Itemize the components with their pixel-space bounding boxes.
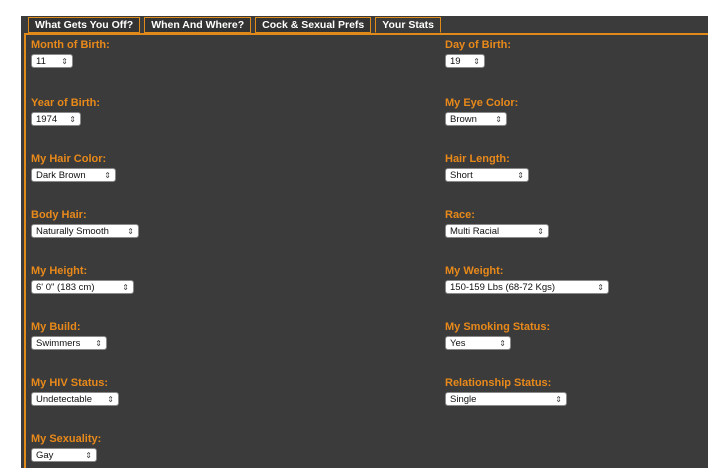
- height-select[interactable]: 6' 0" (183 cm) ⇕: [31, 280, 134, 294]
- sexuality-select[interactable]: Gay ⇕: [31, 448, 97, 462]
- eye-color-label: My Eye Color:: [445, 97, 519, 109]
- body-hair-label: Body Hair:: [31, 209, 87, 221]
- year-of-birth-field: Year of Birth: 1974 ⇕: [31, 97, 100, 126]
- year-of-birth-label: Year of Birth:: [31, 97, 101, 109]
- sexuality-field: My Sexuality: Gay ⇕: [31, 433, 101, 462]
- smoking-status-select[interactable]: Yes ⇕: [445, 336, 511, 350]
- hair-length-label: Hair Length:: [445, 153, 510, 165]
- smoking-status-value: Yes: [450, 338, 466, 349]
- weight-field: My Weight: 150-159 Lbs (68-72 Kgs) ⇕: [445, 265, 609, 294]
- chevron-updown-icon: ⇕: [473, 57, 480, 66]
- chevron-updown-icon: ⇕: [85, 451, 92, 460]
- relationship-status-select[interactable]: Single ⇕: [445, 392, 567, 406]
- hiv-status-value: Undetectable: [36, 394, 92, 405]
- hair-length-field: Hair Length: Short ⇕: [445, 153, 529, 182]
- tab-what-gets-you-off[interactable]: What Gets You Off?: [28, 17, 141, 33]
- day-of-birth-select[interactable]: 19 ⇕: [445, 54, 485, 68]
- month-of-birth-label: Month of Birth:: [31, 39, 110, 51]
- hair-color-select[interactable]: Dark Brown ⇕: [31, 168, 116, 182]
- month-of-birth-value: 11: [36, 56, 46, 67]
- chevron-updown-icon: ⇕: [107, 395, 114, 404]
- year-of-birth-value: 1974: [36, 114, 58, 125]
- month-of-birth-select[interactable]: 11 ⇕: [31, 54, 73, 68]
- eye-color-field: My Eye Color: Brown ⇕: [445, 97, 518, 126]
- hiv-status-field: My HIV Status: Undetectable ⇕: [31, 377, 119, 406]
- tab-your-stats[interactable]: Your Stats: [375, 17, 442, 33]
- day-of-birth-value: 19: [450, 56, 461, 67]
- chevron-updown-icon: ⇕: [597, 283, 604, 292]
- day-of-birth-label: Day of Birth:: [445, 39, 511, 51]
- hair-color-field: My Hair Color: Dark Brown ⇕: [31, 153, 116, 182]
- stats-form: Month of Birth: 11 ⇕ Year of Birth: 1974…: [24, 33, 708, 468]
- weight-label: My Weight:: [445, 265, 504, 277]
- chevron-updown-icon: ⇕: [104, 171, 111, 180]
- weight-value: 150-159 Lbs (68-72 Kgs): [450, 282, 556, 293]
- body-hair-field: Body Hair: Naturally Smooth ⇕: [31, 209, 139, 238]
- race-field: Race: Multi Racial ⇕: [445, 209, 549, 238]
- chevron-updown-icon: ⇕: [537, 227, 544, 236]
- race-value: Multi Racial: [450, 226, 500, 237]
- race-label: Race:: [445, 209, 475, 221]
- day-of-birth-field: Day of Birth: 19 ⇕: [445, 39, 511, 68]
- tab-bar: What Gets You Off? When And Where? Cock …: [28, 17, 442, 33]
- height-value: 6' 0" (183 cm): [36, 282, 95, 293]
- chevron-updown-icon: ⇕: [555, 395, 562, 404]
- body-hair-value: Naturally Smooth: [36, 226, 109, 237]
- build-label: My Build:: [31, 321, 81, 333]
- chevron-updown-icon: ⇕: [95, 339, 102, 348]
- body-hair-select[interactable]: Naturally Smooth ⇕: [31, 224, 139, 238]
- eye-color-select[interactable]: Brown ⇕: [445, 112, 507, 126]
- smoking-status-label: My Smoking Status:: [445, 321, 551, 333]
- chevron-updown-icon: ⇕: [69, 115, 76, 124]
- relationship-status-value: Single: [450, 394, 477, 405]
- height-field: My Height: 6' 0" (183 cm) ⇕: [31, 265, 134, 294]
- relationship-status-field: Relationship Status: Single ⇕: [445, 377, 567, 406]
- relationship-status-label: Relationship Status:: [445, 377, 552, 389]
- chevron-updown-icon: ⇕: [127, 227, 134, 236]
- month-of-birth-field: Month of Birth: 11 ⇕: [31, 39, 110, 68]
- hair-color-label: My Hair Color:: [31, 153, 107, 165]
- hair-length-value: Short: [450, 170, 473, 181]
- build-select[interactable]: Swimmers ⇕: [31, 336, 107, 350]
- build-value: Swimmers: [36, 338, 81, 349]
- chevron-updown-icon: ⇕: [61, 57, 68, 66]
- race-select[interactable]: Multi Racial ⇕: [445, 224, 549, 238]
- hiv-status-select[interactable]: Undetectable ⇕: [31, 392, 119, 406]
- year-of-birth-select[interactable]: 1974 ⇕: [31, 112, 81, 126]
- sexuality-label: My Sexuality:: [31, 433, 102, 445]
- eye-color-value: Brown: [450, 114, 477, 125]
- chevron-updown-icon: ⇕: [495, 115, 502, 124]
- tab-cock-sexual-prefs[interactable]: Cock & Sexual Prefs: [255, 17, 372, 33]
- hair-color-value: Dark Brown: [36, 170, 86, 181]
- tab-when-and-where[interactable]: When And Where?: [144, 17, 252, 33]
- sexuality-value: Gay: [36, 450, 54, 461]
- chevron-updown-icon: ⇕: [499, 339, 506, 348]
- chevron-updown-icon: ⇕: [122, 283, 129, 292]
- chevron-updown-icon: ⇕: [517, 171, 524, 180]
- build-field: My Build: Swimmers ⇕: [31, 321, 107, 350]
- height-label: My Height:: [31, 265, 88, 277]
- smoking-status-field: My Smoking Status: Yes ⇕: [445, 321, 550, 350]
- weight-select[interactable]: 150-159 Lbs (68-72 Kgs) ⇕: [445, 280, 609, 294]
- hair-length-select[interactable]: Short ⇕: [445, 168, 529, 182]
- hiv-status-label: My HIV Status:: [31, 377, 109, 389]
